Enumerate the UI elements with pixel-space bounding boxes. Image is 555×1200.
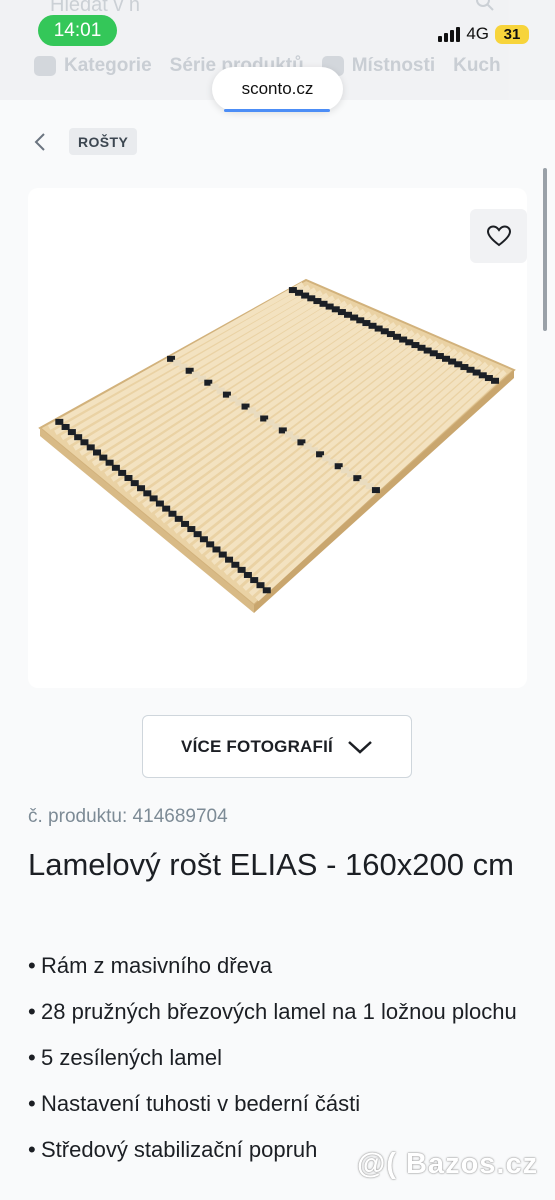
slat-holder [218,551,227,558]
slat-holder [137,485,146,492]
back-chevron-icon[interactable] [32,132,50,152]
slat-holder [162,505,171,512]
slat-holder [93,449,102,456]
slat-holder [67,429,76,436]
signal-icon [438,26,461,42]
slat-holder [231,561,240,568]
url-text: sconto.cz [241,79,314,98]
watermark: @( Bazos.cz [357,1148,539,1180]
status-time: 14:01 [38,15,117,46]
slatted-frame-image[interactable] [28,260,527,630]
slat-holder [212,546,221,553]
slat-holder [181,520,190,527]
slat-holder [371,487,380,494]
more-photos-label: VÍCE FOTOGRAFIÍ [181,736,333,756]
slat-holder [99,454,108,461]
feature-list: Rám z masivního dřeva 28 pružných březov… [28,948,528,1178]
slat-holder [124,475,133,482]
feature-item: Nastavení tuhosti v bederní části [28,1086,528,1121]
url-progress-indicator [224,109,330,112]
slat-holder [149,495,158,502]
slat-holder [225,556,234,563]
nav-item-kategorie[interactable]: Kategorie [34,55,152,77]
slat-holder [155,500,164,507]
slat-holder [491,377,500,384]
feature-item: Rám z masivního dřeva [28,948,528,983]
slat-holder [105,459,114,466]
slat-holder [256,582,265,589]
slat-holder [174,515,183,522]
feature-item: 28 pružných březových lamel na 1 ložnou … [28,994,528,1029]
slat-holder [199,536,208,543]
slat-holder [61,423,70,430]
breadcrumb[interactable]: ROŠTY [69,128,138,155]
slat-holder [262,587,271,594]
slat-holder [80,439,89,446]
favorite-button[interactable] [470,209,527,263]
status-indicators: 4G 31 [438,24,529,44]
slat-holder [168,510,177,517]
slat-holder [143,490,152,497]
heart-icon [486,225,511,247]
nav-item-kuchyne[interactable]: Kuch [453,55,501,77]
slat-holder [86,444,95,451]
slat-holder [111,464,120,471]
product-number: č. produktu: 414689704 [28,806,228,827]
slat-holder [193,531,202,538]
slat-holder [243,571,252,578]
scrollbar[interactable] [543,168,547,331]
product-title: Lamelový rošt ELIAS - 160x200 cm [28,847,514,882]
more-photos-button[interactable]: VÍCE FOTOGRAFIÍ [142,715,412,778]
slat-holder [187,526,196,533]
nav-item-mistnosti[interactable]: Místnosti [321,55,435,77]
url-bar[interactable]: sconto.cz [212,67,343,111]
battery-icon: 31 [495,24,529,44]
slat-holder [130,480,139,487]
slat-holder [55,418,64,425]
slat-holder [237,566,246,573]
slat-holder [250,577,259,584]
slat-holder [74,434,83,441]
chevron-down-icon [348,740,372,754]
home-icon [34,56,56,76]
feature-item: 5 zesílených lamel [28,1040,528,1075]
search-icon[interactable] [475,0,495,12]
slat-holder [206,541,215,548]
network-type: 4G [466,24,489,43]
slat-holder [118,469,127,476]
